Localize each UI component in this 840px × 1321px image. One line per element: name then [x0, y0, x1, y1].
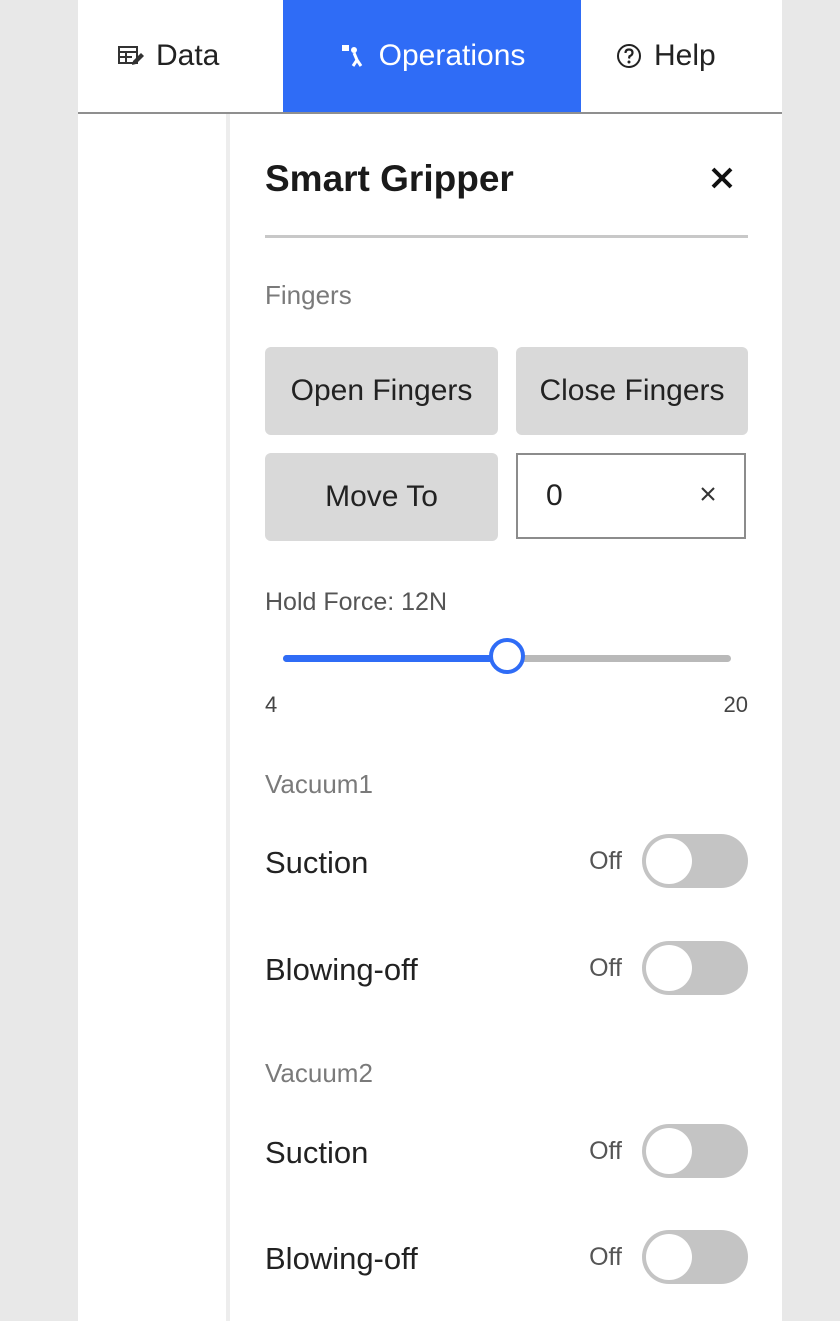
vacuum1-blowing-state: Off: [589, 953, 622, 982]
vacuum1-section-label: Vacuum1: [265, 769, 373, 799]
vacuum1-suction-label: Suction: [265, 845, 369, 880]
vacuum2-blowing-toggle[interactable]: [642, 1230, 748, 1284]
vacuum2-section-label: Vacuum2: [265, 1058, 373, 1088]
hold-force-slider[interactable]: [283, 638, 731, 674]
vacuum1-suction-state: Off: [589, 846, 622, 875]
fingers-section-label: Fingers: [265, 280, 352, 310]
vacuum2-suction-label: Suction: [265, 1135, 369, 1170]
vacuum1-blowing-toggle[interactable]: [642, 941, 748, 995]
toggle-knob: [646, 838, 692, 884]
slider-fill: [283, 655, 507, 662]
tab-operations[interactable]: Operations: [283, 0, 581, 112]
title-divider: [265, 235, 748, 238]
slider-thumb[interactable]: [489, 638, 525, 674]
vacuum2-suction-toggle[interactable]: [642, 1124, 748, 1178]
tab-help[interactable]: Help: [616, 0, 756, 112]
panel-divider: [226, 114, 230, 1321]
robot-arm-icon: [339, 42, 367, 70]
move-to-field: [516, 453, 746, 539]
vacuum2-blowing-row: Off: [568, 1229, 748, 1285]
vacuum2-blowing-label: Blowing-off: [265, 1241, 418, 1276]
tab-data[interactable]: Data: [118, 0, 288, 112]
slider-max-label: 20: [723, 692, 748, 717]
toggle-knob: [646, 1234, 692, 1280]
vacuum1-blowing-label: Blowing-off: [265, 952, 418, 987]
tab-data-label: Data: [156, 39, 220, 72]
close-button[interactable]: [706, 162, 738, 194]
app-window: Data Operations Help Smart Gripper Finge…: [78, 0, 782, 1321]
vacuum2-suction-row: Off: [568, 1123, 748, 1179]
vacuum2-suction-state: Off: [589, 1136, 622, 1165]
panel-title: Smart Gripper: [265, 158, 514, 199]
help-circle-icon: [616, 43, 642, 69]
close-icon: [711, 167, 733, 189]
tab-operations-label: Operations: [378, 39, 526, 72]
toggle-knob: [646, 945, 692, 991]
hold-force-label: Hold Force: 12N: [265, 588, 448, 616]
table-edit-icon: [118, 45, 144, 67]
toggle-knob: [646, 1128, 692, 1174]
slider-min-label: 4: [265, 692, 278, 717]
vacuum1-suction-toggle[interactable]: [642, 834, 748, 888]
vacuum1-blowing-row: Off: [568, 940, 748, 996]
move-to-button[interactable]: Move To: [265, 453, 498, 541]
tab-bar: Data Operations Help: [78, 0, 782, 114]
move-to-input[interactable]: [546, 479, 666, 513]
vacuum1-suction-row: Off: [568, 833, 748, 889]
clear-input-icon[interactable]: [696, 482, 720, 506]
vacuum2-blowing-state: Off: [589, 1242, 622, 1271]
tab-help-label: Help: [654, 39, 716, 72]
close-fingers-button[interactable]: Close Fingers: [516, 347, 748, 435]
open-fingers-button[interactable]: Open Fingers: [265, 347, 498, 435]
